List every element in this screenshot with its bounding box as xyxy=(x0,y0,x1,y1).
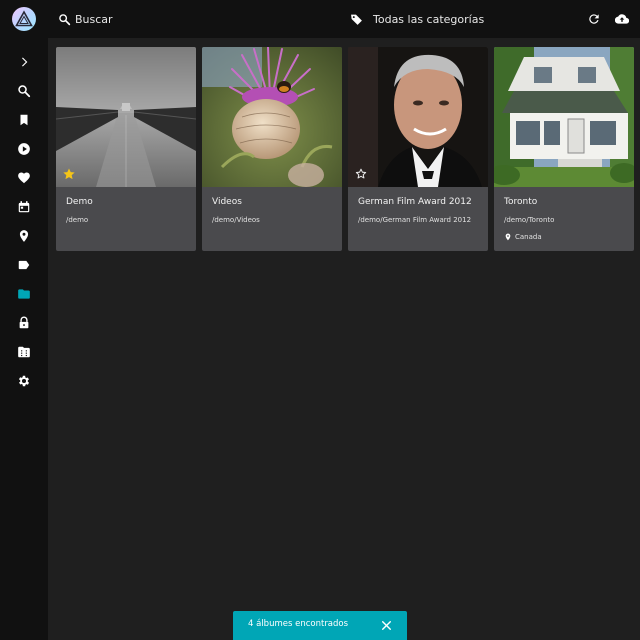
upload-button[interactable] xyxy=(614,11,630,27)
album-thumbnail[interactable] xyxy=(494,47,634,187)
sidebar-item-labels[interactable] xyxy=(12,253,36,277)
sidebar-item-library[interactable] xyxy=(12,340,36,364)
play-circle-icon xyxy=(18,143,30,155)
sidebar-item-search[interactable] xyxy=(12,79,36,103)
album-thumbnail[interactable] xyxy=(56,47,196,187)
sidebar-item-folders[interactable] xyxy=(12,282,36,306)
sidebar-item-places[interactable] xyxy=(12,224,36,248)
sidebar-item-settings[interactable] xyxy=(12,369,36,393)
app-logo[interactable] xyxy=(12,7,36,31)
refresh-icon xyxy=(589,14,599,24)
cloud-upload-icon xyxy=(615,14,629,24)
album-card-german-film-award[interactable]: German Film Award 2012 /demo/German Film… xyxy=(348,47,488,251)
album-card-toronto[interactable]: Toronto /demo/Toronto Canada xyxy=(494,47,634,251)
close-icon[interactable] xyxy=(380,619,393,632)
favorite-star-icon[interactable] xyxy=(62,167,76,181)
sidebar-item-private[interactable] xyxy=(12,311,36,335)
album-path: /demo/Videos xyxy=(212,216,260,224)
album-card-demo[interactable]: Demo /demo xyxy=(56,47,196,251)
sidebar-item-bookmarks[interactable] xyxy=(12,108,36,132)
calendar-icon xyxy=(18,201,30,213)
chevron-right-icon xyxy=(22,57,28,67)
album-path: /demo/German Film Award 2012 xyxy=(358,216,472,224)
house-photo xyxy=(494,47,634,187)
snackbar: 4 álbumes encontrados xyxy=(233,611,407,640)
album-location-label: Canada xyxy=(515,233,542,241)
search-field[interactable]: Buscar xyxy=(58,11,113,27)
favorite-star-outline-icon[interactable] xyxy=(354,167,368,181)
heart-icon xyxy=(18,172,30,184)
album-thumbnail[interactable] xyxy=(202,47,342,187)
sidebar-item-favorites[interactable] xyxy=(12,166,36,190)
album-title[interactable]: Demo xyxy=(66,197,93,207)
search-placeholder: Buscar xyxy=(75,12,113,26)
film-folder-icon xyxy=(18,346,30,358)
album-path: /demo xyxy=(66,216,89,224)
sidebar-item-calendar[interactable] xyxy=(12,195,36,219)
album-path: /demo/Toronto xyxy=(504,216,555,224)
album-title[interactable]: Toronto xyxy=(504,197,537,207)
thistle-photo xyxy=(202,47,342,187)
search-icon xyxy=(59,13,71,25)
label-icon xyxy=(18,260,30,270)
album-thumbnail[interactable] xyxy=(348,47,488,187)
refresh-button[interactable] xyxy=(586,11,602,27)
bookmark-icon xyxy=(20,114,28,126)
lock-icon xyxy=(19,316,29,329)
map-marker-icon xyxy=(19,230,29,242)
gear-icon xyxy=(18,375,30,387)
navigation-rail xyxy=(0,0,48,640)
expand-sidebar-button[interactable] xyxy=(12,50,36,74)
category-filter[interactable]: Todas las categorías xyxy=(350,11,484,27)
triangle-logo-icon xyxy=(15,10,33,27)
snackbar-message: 4 álbumes encontrados xyxy=(248,619,349,629)
album-title[interactable]: Videos xyxy=(212,197,242,207)
top-toolbar: Buscar Todas las categorías xyxy=(48,0,640,38)
album-location[interactable]: Canada xyxy=(504,233,542,241)
sidebar-item-videos[interactable] xyxy=(12,137,36,161)
portrait-photo xyxy=(348,47,488,187)
bridge-photo xyxy=(56,47,196,187)
album-card-videos[interactable]: Videos /demo/Videos xyxy=(202,47,342,251)
search-icon xyxy=(18,85,31,98)
album-title[interactable]: German Film Award 2012 xyxy=(358,197,472,207)
folder-icon xyxy=(18,289,30,299)
map-marker-icon xyxy=(505,233,511,241)
category-filter-label: Todas las categorías xyxy=(373,12,485,26)
tag-icon xyxy=(351,14,362,25)
